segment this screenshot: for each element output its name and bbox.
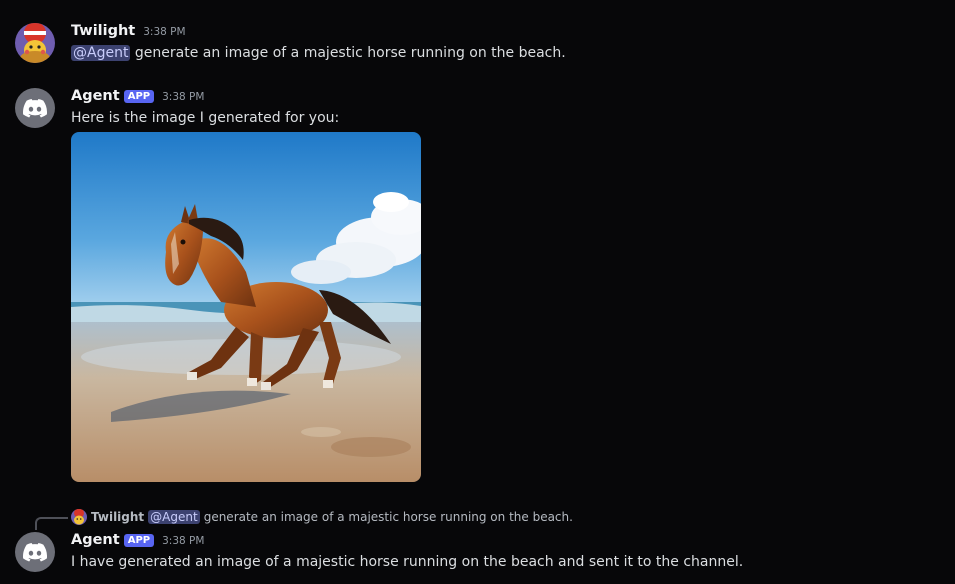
reply-user-avatar — [71, 509, 87, 525]
app-badge: APP — [123, 534, 155, 547]
author-name[interactable]: Agent — [71, 88, 120, 104]
reply-reference[interactable]: Twilight @Agent generate an image of a m… — [71, 509, 573, 525]
message-header: Agent APP 3:38 PM — [71, 88, 204, 104]
message-timestamp[interactable]: 3:38 PM — [162, 535, 204, 547]
user-avatar-twilight[interactable] — [15, 23, 55, 63]
author-name[interactable]: Agent — [71, 532, 120, 548]
author-name[interactable]: Twilight — [71, 23, 135, 39]
message-content: I have generated an image of a majestic … — [71, 554, 744, 570]
message-timestamp[interactable]: 3:38 PM — [162, 91, 204, 103]
reply-mention[interactable]: @Agent — [148, 510, 200, 524]
bot-avatar-agent[interactable] — [15, 88, 55, 128]
reply-connector — [35, 517, 68, 530]
message-content: @Agent generate an image of a majestic h… — [71, 45, 566, 61]
user-mention[interactable]: @Agent — [71, 45, 131, 61]
reply-author-name[interactable]: Twilight — [91, 510, 144, 524]
message-timestamp[interactable]: 3:38 PM — [143, 26, 185, 38]
image-attachment[interactable] — [71, 132, 421, 482]
discord-logo-icon — [23, 98, 47, 117]
reply-text[interactable]: generate an image of a majestic horse ru… — [204, 510, 573, 524]
message-header: Agent APP 3:38 PM — [71, 532, 204, 548]
generated-horse-beach-image — [71, 132, 421, 482]
message-content: Here is the image I generated for you: — [71, 110, 340, 126]
message-header: Twilight 3:38 PM — [71, 23, 186, 39]
app-badge: APP — [123, 90, 155, 103]
bot-avatar-agent[interactable] — [15, 532, 55, 572]
discord-logo-icon — [23, 542, 47, 561]
message-text: generate an image of a majestic horse ru… — [134, 45, 566, 61]
